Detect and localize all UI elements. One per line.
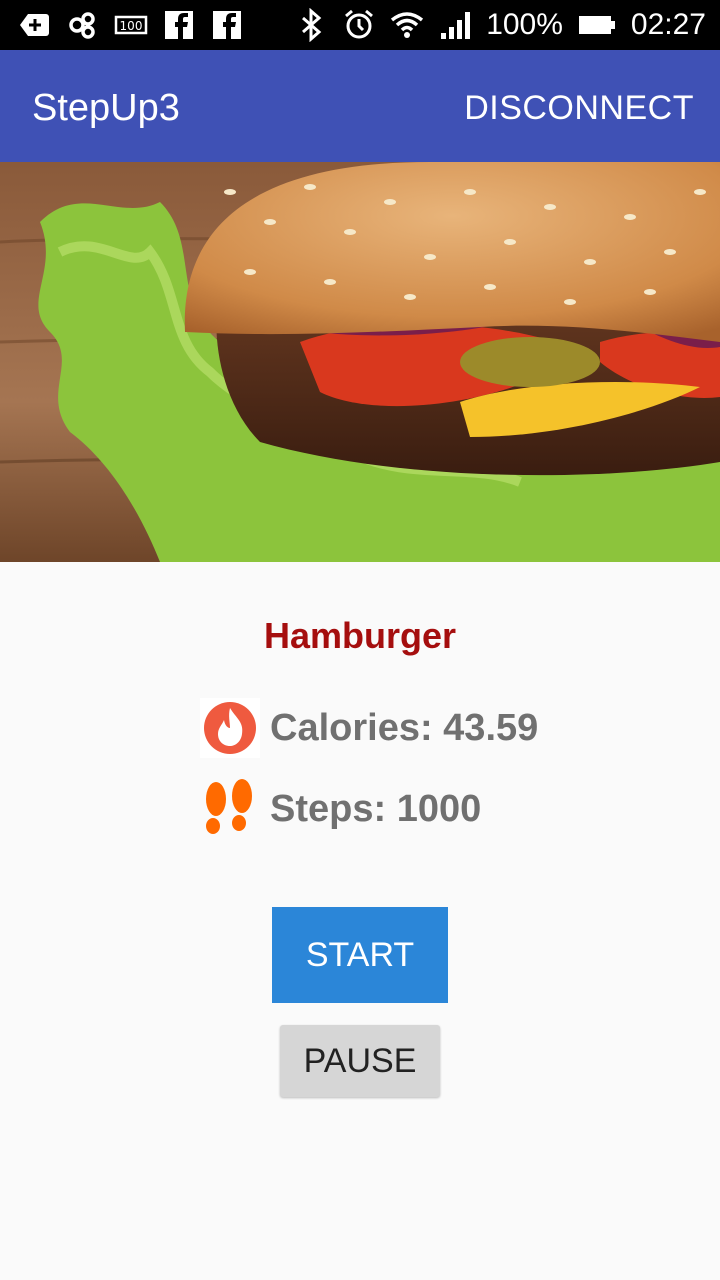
status-bar: 100 100% 02:27 — [0, 0, 720, 50]
bluetooth-icon — [294, 8, 328, 42]
flame-icon — [200, 698, 260, 758]
storage-icon: 100 — [114, 8, 148, 42]
clock: 02:27 — [630, 8, 706, 41]
disconnect-button[interactable]: DISCONNECT — [464, 86, 694, 130]
battery-icon — [577, 8, 617, 42]
alarm-icon — [342, 8, 376, 42]
signal-icon — [438, 8, 472, 42]
app-title: StepUp3 — [32, 87, 180, 129]
facebook-icon — [162, 8, 196, 42]
steps-row: Steps: 1000 — [200, 778, 481, 840]
pause-button[interactable]: PAUSE — [280, 1025, 440, 1097]
calories-row: Calories: 43.59 — [200, 697, 538, 759]
calories-text: Calories: 43.59 — [270, 707, 539, 749]
add-notification-icon — [18, 8, 52, 42]
link-icon — [66, 8, 100, 42]
food-name: Hamburger — [263, 615, 457, 656]
food-image — [0, 162, 720, 562]
status-bar-left: 100 — [18, 8, 244, 42]
facebook-icon — [210, 8, 244, 42]
svg-text:100: 100 — [120, 19, 143, 33]
app-bar: StepUp3 DISCONNECT — [0, 50, 720, 162]
start-button[interactable]: START — [272, 907, 448, 1003]
footprints-icon — [200, 779, 260, 839]
wifi-icon — [390, 8, 424, 42]
battery-percent: 100% — [486, 8, 563, 41]
steps-text: Steps: 1000 — [270, 788, 482, 830]
status-bar-right: 100% 02:27 — [294, 8, 706, 42]
